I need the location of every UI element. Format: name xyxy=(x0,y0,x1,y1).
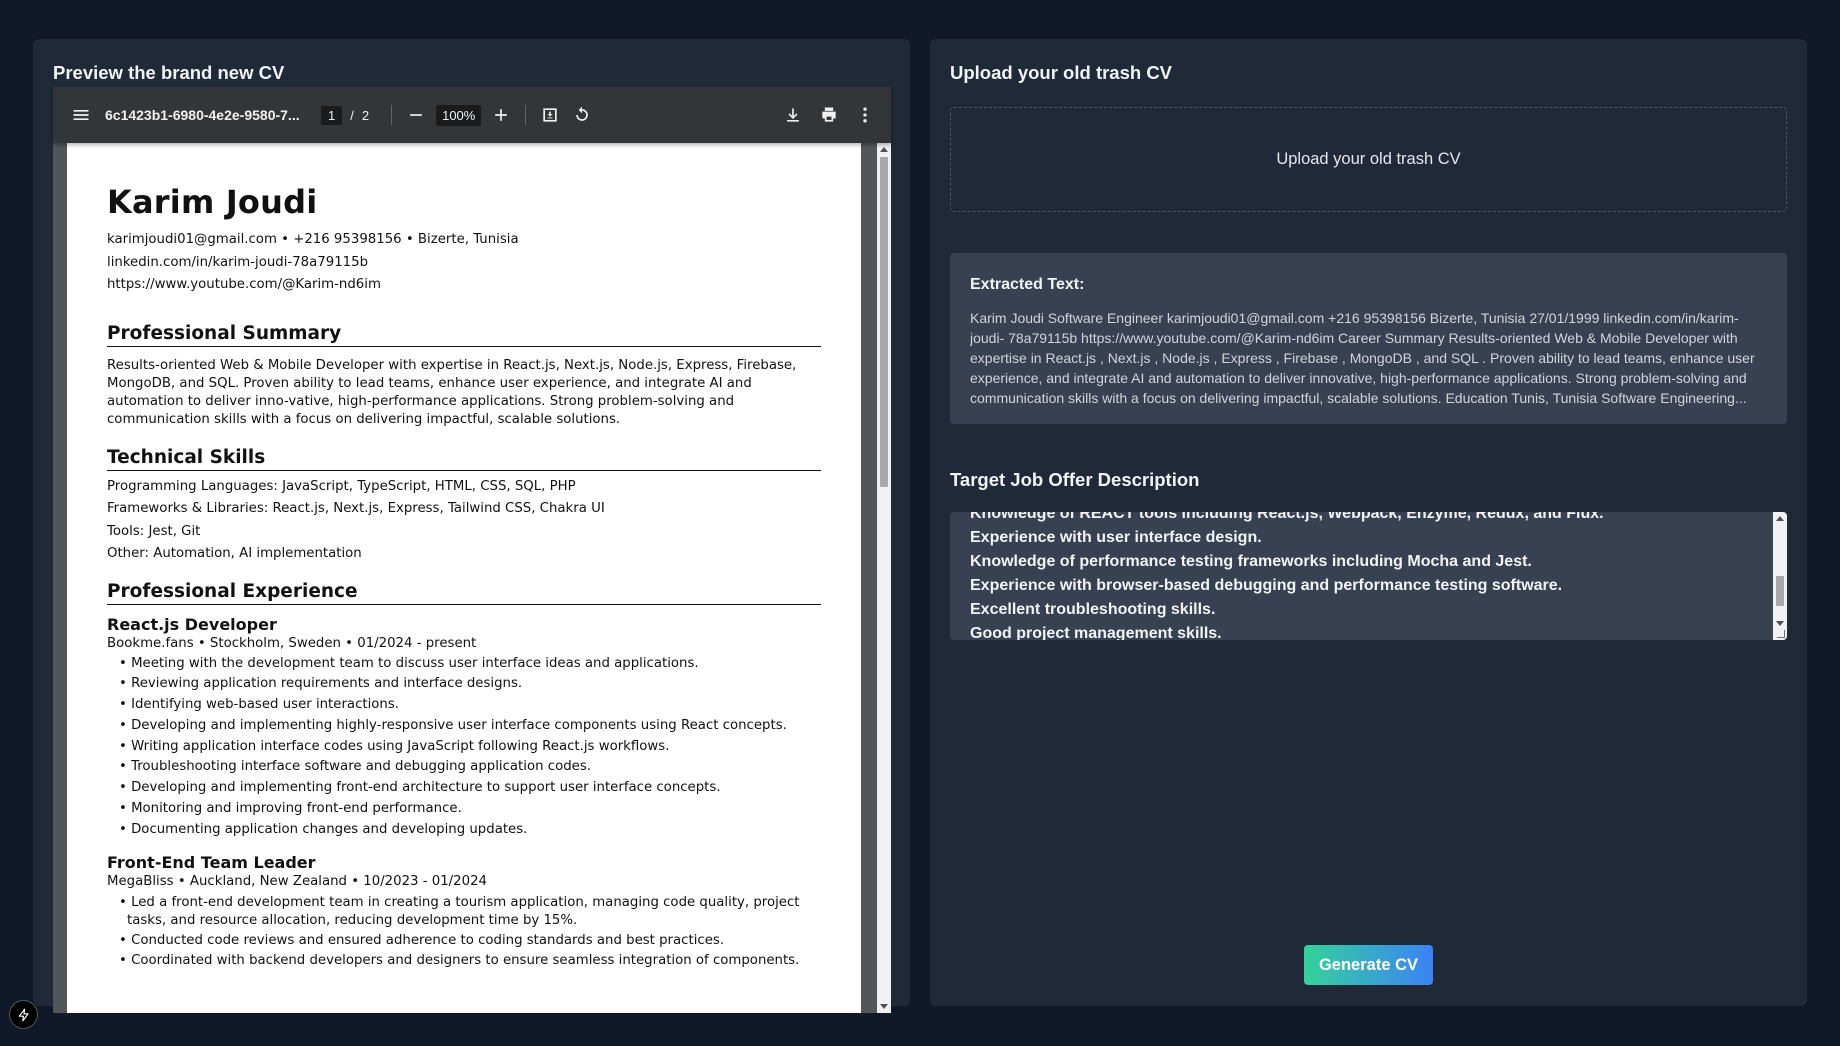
cv-section-heading: Technical Skills xyxy=(107,447,821,471)
cv-skill-line: Frameworks & Libraries: React.js, Next.j… xyxy=(107,501,605,516)
cv-bullet: • Troubleshooting interface software and… xyxy=(119,759,591,775)
cv-bullet: • Writing application interface codes us… xyxy=(119,738,670,754)
cv-bullet: • Reviewing application requirements and… xyxy=(119,676,523,692)
job-description-textarea[interactable]: Knowledge of REACT tools including React… xyxy=(950,512,1787,640)
cv-bullet: • Coordinated with backend developers an… xyxy=(119,953,800,969)
cv-contact-line: linkedin.com/in/karim-joudi-78a79115b xyxy=(107,254,369,270)
job-line: Excellent troubleshooting skills. xyxy=(970,601,1216,618)
pdf-toolbar: 6c1423b1-6980-4e2e-9580-7... 1 / 2 100% xyxy=(53,87,891,143)
cv-contact-line: https://www.youtube.com/@Karim-nd6im xyxy=(107,277,381,292)
fit-page-icon[interactable] xyxy=(534,99,566,131)
menu-icon[interactable] xyxy=(65,99,97,131)
pdf-scrollbar[interactable] xyxy=(877,143,891,1013)
cv-bullet: • Meeting with the development team to d… xyxy=(119,655,699,671)
cv-job-meta: Bookme.fans • Stockholm, Sweden • 01/202… xyxy=(107,635,477,651)
pdf-filename: 6c1423b1-6980-4e2e-9580-7... xyxy=(105,107,300,123)
cv-upload-dropzone[interactable]: Upload your old trash CV xyxy=(950,107,1787,212)
toolbar-divider xyxy=(525,105,527,125)
pdf-content-area[interactable]: Karim Joudi karimjoudi01@gmail.com • +21… xyxy=(53,143,891,1013)
lightning-icon[interactable] xyxy=(9,1000,38,1029)
pdf-scroll-thumb[interactable] xyxy=(880,157,888,487)
minus-icon[interactable] xyxy=(400,99,432,131)
job-scrollbar[interactable] xyxy=(1773,512,1787,640)
job-line: Experience with browser-based debugging … xyxy=(970,577,1563,594)
cv-section-heading: Professional Experience xyxy=(107,581,821,605)
print-icon[interactable] xyxy=(813,99,845,131)
cv-bullet: • Conducted code reviews and ensured adh… xyxy=(119,932,725,948)
scroll-down-arrow-icon[interactable] xyxy=(1776,621,1784,626)
job-offer-title: Target Job Offer Description xyxy=(950,469,1200,490)
extracted-text: Karim Joudi Software Engineer karimjoudi… xyxy=(970,310,1755,406)
extracted-title: Extracted Text: xyxy=(970,276,1085,293)
pdf-page: Karim Joudi karimjoudi01@gmail.com • +21… xyxy=(67,143,861,1013)
total-pages: 2 xyxy=(361,107,370,123)
pdf-viewer[interactable]: 6c1423b1-6980-4e2e-9580-7... 1 / 2 100% xyxy=(53,87,891,1013)
cv-section-heading: Professional Summary xyxy=(107,323,821,347)
cv-bullet: • Developing and implementing front-end … xyxy=(119,780,721,796)
cv-bullet: • Developing and implementing highly-res… xyxy=(119,717,787,733)
upload-title: Upload your old trash CV xyxy=(950,62,1173,83)
cv-skill-line: Other: Automation, AI implementation xyxy=(107,546,362,561)
cv-contact: karimjoudi01@gmail.com • +216 95398156 •… xyxy=(107,229,821,297)
toolbar-divider xyxy=(391,105,393,125)
generate-cv-button[interactable]: Generate CV xyxy=(1304,945,1433,985)
job-line: Experience with user interface design. xyxy=(970,529,1262,546)
cv-job-bullets: • Led a front-end development team in cr… xyxy=(107,892,821,973)
job-line: Knowledge of REACT tools including React… xyxy=(970,512,1604,522)
cv-bullet: • Monitoring and improving front-end per… xyxy=(119,801,462,817)
extracted-text-card: Extracted Text: Karim Joudi Software Eng… xyxy=(950,253,1787,424)
scroll-up-arrow-icon[interactable] xyxy=(1776,516,1784,521)
cv-skills-list: Programming Languages: JavaScript, TypeS… xyxy=(107,476,821,566)
plus-icon[interactable] xyxy=(485,99,517,131)
cv-bullet: • Documenting application changes and de… xyxy=(119,821,528,837)
cv-bullet: • Identifying web-based user interaction… xyxy=(119,697,400,713)
cv-skill-line: Tools: Jest, Git xyxy=(107,523,201,539)
download-icon[interactable] xyxy=(777,99,809,131)
more-vert-icon[interactable] xyxy=(849,99,881,131)
cv-job-bullets: • Meeting with the development team to d… xyxy=(107,654,821,841)
cv-job-role: React.js Developer xyxy=(107,614,277,634)
page-separator: / xyxy=(350,107,354,123)
cv-preview-panel: Preview the brand new CV 6c1423b1-6980-4… xyxy=(33,39,910,1013)
preview-title: Preview the brand new CV xyxy=(53,62,285,83)
job-scroll-thumb[interactable] xyxy=(1776,576,1784,606)
job-line: Good project management skills. xyxy=(970,625,1222,640)
cv-contact-line: karimjoudi01@gmail.com • +216 95398156 •… xyxy=(107,232,519,247)
cv-skill-line: Programming Languages: JavaScript, TypeS… xyxy=(107,478,576,494)
cv-name: Karim Joudi xyxy=(107,183,318,221)
job-description-text[interactable]: Knowledge of REACT tools including React… xyxy=(970,512,1760,640)
cv-summary: Results-oriented Web & Mobile Developer … xyxy=(107,357,797,427)
resize-grip-icon[interactable] xyxy=(1777,630,1785,638)
job-line: Knowledge of performance testing framewo… xyxy=(970,553,1532,570)
zoom-input[interactable]: 100% xyxy=(436,104,482,126)
rotate-icon[interactable] xyxy=(566,99,598,131)
page-number-input[interactable]: 1 xyxy=(321,105,343,125)
scroll-down-arrow-icon[interactable] xyxy=(880,1004,888,1009)
cv-job-meta: MegaBliss • Auckland, New Zealand • 10/2… xyxy=(107,873,488,889)
cv-job-role: Front-End Team Leader xyxy=(107,852,316,872)
cv-bullet: • Led a front-end development team in cr… xyxy=(119,894,800,928)
scroll-up-arrow-icon[interactable] xyxy=(880,147,888,152)
upload-panel: Upload your old trash CV Upload your old… xyxy=(930,39,1807,1006)
upload-label: Upload your old trash CV xyxy=(1276,150,1461,168)
